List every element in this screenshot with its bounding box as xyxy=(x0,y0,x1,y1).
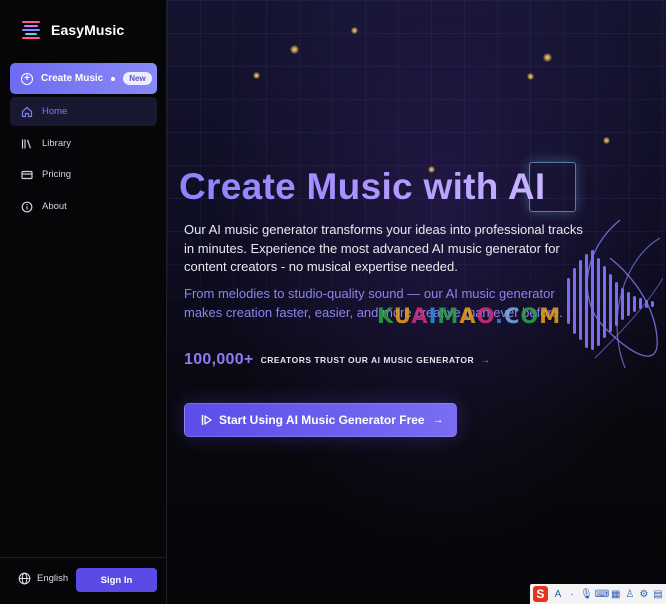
sparkle-icon xyxy=(253,72,260,79)
credit-card-icon xyxy=(21,170,33,179)
create-music-button[interactable]: + Create Music New xyxy=(10,63,157,94)
sidebar-item-label: Home xyxy=(42,106,68,117)
apps-icon[interactable]: ▤ xyxy=(652,589,664,600)
grid-icon[interactable]: ▦ xyxy=(610,589,622,600)
microphone-icon[interactable]: 🎙 xyxy=(580,589,593,600)
arrow-right-icon: → xyxy=(432,414,444,426)
sidebar-item-home[interactable]: Home xyxy=(10,97,157,126)
hero-section: Create Music with AI Our AI music genera… xyxy=(167,0,666,604)
sparkle-icon xyxy=(351,27,358,34)
app-name: EasyMusic xyxy=(51,22,125,38)
watermark-letter: M xyxy=(437,304,460,328)
ime-mode-icon[interactable]: A xyxy=(552,589,564,600)
watermark-letter: A xyxy=(411,304,429,328)
cta-label: Start Using AI Music Generator Free xyxy=(219,413,425,427)
dot-icon xyxy=(111,76,116,81)
hero-headline: Create Music with AI xyxy=(179,166,546,207)
watermark-letter: O xyxy=(476,304,495,328)
sidebar-item-label: Pricing xyxy=(42,169,72,180)
sidebar-item-label: About xyxy=(42,201,67,212)
sidebar-item-about[interactable]: About xyxy=(10,192,157,221)
creators-stat[interactable]: 100,000+ CREATORS TRUST OUR AI MUSIC GEN… xyxy=(184,351,490,369)
plus-circle-icon: + xyxy=(21,72,33,85)
home-icon xyxy=(21,106,33,117)
language-label: English xyxy=(37,573,69,584)
keyboard-icon[interactable]: ⌨ xyxy=(595,589,609,600)
sidebar-item-pricing[interactable]: Pricing xyxy=(10,160,157,189)
new-badge: New xyxy=(123,72,152,85)
watermark-letter: O xyxy=(520,304,540,328)
punctuation-icon[interactable]: · xyxy=(566,589,578,600)
watermark-letter: . xyxy=(494,304,504,328)
system-tray: S A · 🎙 ⌨ ▦ ♙ ⚙ ▤ xyxy=(530,584,666,604)
shirt-icon[interactable]: ♙ xyxy=(624,589,636,600)
library-icon xyxy=(21,139,32,149)
stat-label: CREATORS TRUST OUR AI MUSIC GENERATOR xyxy=(260,355,475,365)
gear-icon[interactable]: ⚙ xyxy=(638,589,650,600)
sidebar-item-label: Library xyxy=(42,138,72,149)
watermark-letter: C xyxy=(503,304,521,328)
sparkle-icon xyxy=(290,45,299,54)
start-free-button[interactable]: Start Using AI Music Generator Free → xyxy=(184,403,457,437)
stat-number: 100,000+ xyxy=(184,351,254,368)
sign-in-button[interactable]: Sign In xyxy=(76,568,157,592)
hero-description: Our AI music generator transforms your i… xyxy=(184,222,583,274)
sidebar: EasyMusic + Create Music New Home Librar… xyxy=(0,0,167,604)
watermark-letter: A xyxy=(459,304,477,328)
info-icon xyxy=(21,201,33,212)
sparkle-icon xyxy=(543,53,552,62)
arrow-right-icon: → xyxy=(480,354,491,366)
logo-icon xyxy=(22,21,40,39)
play-icon xyxy=(201,415,212,425)
sidebar-item-library[interactable]: Library xyxy=(10,129,157,158)
sparkle-icon xyxy=(527,73,534,80)
watermark-letter: K xyxy=(377,304,394,328)
watermark-letter: U xyxy=(393,304,412,328)
create-music-label: Create Music xyxy=(41,73,104,84)
logo[interactable]: EasyMusic xyxy=(22,21,124,39)
sidebar-footer: English Sign In xyxy=(0,557,166,604)
globe-icon xyxy=(18,572,31,585)
language-selector[interactable]: English xyxy=(18,572,68,585)
watermark-letter: M xyxy=(539,304,562,328)
watermark: KUAIMAO.COM xyxy=(377,304,561,328)
ime-logo-icon[interactable]: S xyxy=(533,586,548,602)
sparkle-icon xyxy=(603,137,610,144)
